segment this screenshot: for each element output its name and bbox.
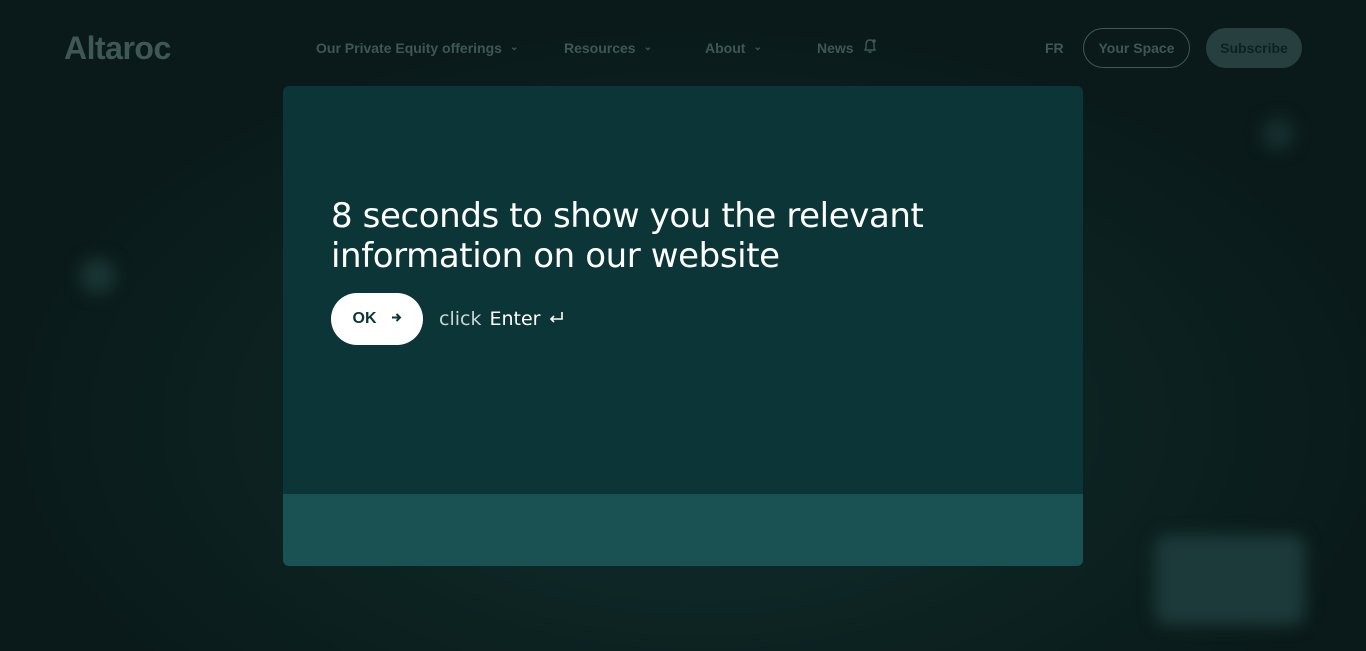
modal-footer-bar bbox=[283, 494, 1083, 566]
nav-item-label: Resources bbox=[564, 39, 636, 56]
nav-right-actions: FR Your Space Subscribe bbox=[1045, 28, 1302, 68]
chevron-down-icon: ⌄ bbox=[753, 42, 762, 53]
nav-item-resources[interactable]: Resources ⌄ bbox=[564, 38, 705, 57]
hint-key-text: Enter bbox=[489, 308, 541, 330]
ok-button[interactable]: OK bbox=[331, 293, 423, 345]
your-space-button[interactable]: Your Space bbox=[1083, 28, 1190, 68]
main-nav: Our Private Equity offerings ⌄ Resources… bbox=[316, 38, 897, 57]
arrow-right-icon bbox=[391, 312, 402, 326]
nav-item-label: About bbox=[705, 39, 746, 56]
welcome-modal: 8 seconds to show you the relevant infor… bbox=[283, 86, 1083, 566]
nav-item-about[interactable]: About ⌄ bbox=[705, 38, 817, 57]
nav-item-news[interactable]: News bbox=[817, 38, 897, 57]
altaroc-logo[interactable]: Altaroc bbox=[64, 30, 171, 67]
nav-item-offerings[interactable]: Our Private Equity offerings ⌄ bbox=[316, 38, 564, 57]
nav-item-label: News bbox=[817, 39, 854, 56]
hint-click-text: click bbox=[439, 308, 482, 330]
subscribe-button[interactable]: Subscribe bbox=[1206, 28, 1302, 68]
top-navbar: Altaroc Our Private Equity offerings ⌄ R… bbox=[0, 0, 1366, 96]
background-blur-shape bbox=[80, 258, 116, 294]
chevron-down-icon: ⌄ bbox=[509, 42, 519, 53]
ok-button-label: OK bbox=[352, 310, 377, 327]
background-blur-shape bbox=[1262, 118, 1294, 150]
chevron-down-icon: ⌄ bbox=[643, 42, 652, 53]
modal-actions: OK click Enter bbox=[331, 293, 564, 345]
enter-key-icon bbox=[548, 309, 564, 330]
bell-icon bbox=[862, 38, 878, 57]
enter-hint: click Enter bbox=[439, 308, 564, 330]
language-switch[interactable]: FR bbox=[1045, 40, 1083, 56]
background-blur-image bbox=[1155, 535, 1305, 625]
nav-item-label: Our Private Equity offerings bbox=[316, 39, 502, 56]
modal-heading: 8 seconds to show you the relevant infor… bbox=[331, 196, 924, 276]
